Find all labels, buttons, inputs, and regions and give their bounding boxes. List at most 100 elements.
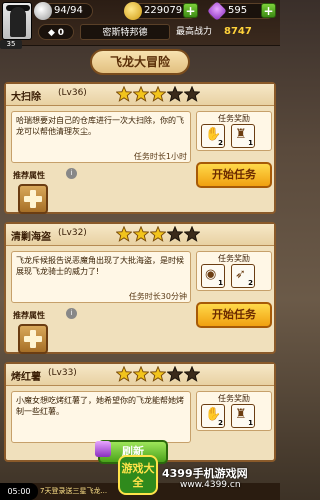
quest-header: 清剿海盗 (Lv32) xyxy=(6,224,274,246)
add-gem-button[interactable]: + xyxy=(261,3,276,18)
reward-item[interactable]: ✋ 2 xyxy=(201,404,225,428)
start-quest-label: 开始任务 xyxy=(212,168,256,181)
star-filled-icon xyxy=(149,225,167,242)
reward-count: 2 xyxy=(218,139,223,147)
power-value: 8747 xyxy=(224,26,252,37)
reward-title: 任务奖励 xyxy=(218,254,250,263)
reward-items: ◉ 1 ➶ 2 xyxy=(201,264,261,292)
power-label: 最高战力 xyxy=(176,27,213,37)
quest-description: 小魔女想吃烤红薯了，她希望你的飞龙能帮她烤制一些红薯。 xyxy=(11,391,191,443)
quest-header: 大扫除 (Lv36) xyxy=(6,84,274,106)
quest-level: (Lv33) xyxy=(48,368,77,378)
plus-icon-bar xyxy=(30,190,36,208)
gem-cost-icon xyxy=(95,441,111,457)
vip-badge[interactable]: ◆ 0 xyxy=(38,24,74,40)
player-avatar[interactable] xyxy=(2,2,32,40)
watermark-logo-text: 游戏大全 xyxy=(121,462,155,489)
star-empty-icon xyxy=(166,225,184,242)
info-icon[interactable]: i xyxy=(66,308,77,319)
star-filled-icon xyxy=(149,365,167,382)
energy-value: 94/94 xyxy=(54,5,83,16)
star-empty-icon xyxy=(183,225,201,242)
reward-count: 2 xyxy=(248,279,253,287)
quest-name: 烤红薯 xyxy=(11,372,41,383)
reward-box: 任务奖励 ✋ 2 ♜ 1 xyxy=(196,391,272,431)
quest-level: (Lv36) xyxy=(58,88,87,98)
page-title: 飞龙大冒险 xyxy=(90,49,190,75)
reward-item[interactable]: ➶ 2 xyxy=(231,264,255,288)
gem-icon xyxy=(207,1,227,21)
star-filled-icon xyxy=(115,365,133,382)
quest-duration: 任务时长30分钟 xyxy=(128,292,187,301)
start-quest-label: 开始任务 xyxy=(212,308,256,321)
watermark-logo: 游戏大全 xyxy=(118,455,158,495)
star-filled-icon xyxy=(149,85,167,102)
reward-box: 任务奖励 ◉ 1 ➶ 2 xyxy=(196,251,272,291)
star-filled-icon xyxy=(115,225,133,242)
quest-description-text: 小魔女想吃烤红薯了，她希望你的飞龙能帮她烤制一些红薯。 xyxy=(16,396,184,416)
vip-icon: ◆ xyxy=(47,28,55,38)
top-status-bar: 35 94/94 229079 + 595 + ◆ 0 密斯特邦德 最高战力 8… xyxy=(0,0,280,49)
reward-title: 任务奖励 xyxy=(218,114,250,123)
ticker-text: 7天登录送三星飞龙... xyxy=(40,487,108,495)
reward-count: 1 xyxy=(248,139,253,147)
reward-item[interactable]: ♜ 1 xyxy=(231,404,255,428)
gold-counter: 229079 + xyxy=(124,2,198,20)
gold-coin-icon xyxy=(124,2,142,20)
reward-count: 2 xyxy=(218,419,223,427)
gem-value: 595 xyxy=(228,5,248,16)
star-filled-icon xyxy=(132,225,150,242)
start-quest-button[interactable]: 开始任务 xyxy=(196,302,272,328)
start-quest-button[interactable]: 开始任务 xyxy=(196,162,272,188)
egg-icon: ◉ xyxy=(205,267,217,282)
difficulty-stars xyxy=(115,225,201,244)
quest-description-text: 哈瑞想要对自己的仓库进行一次大扫除，你的飞龙可以帮他清理灰尘。 xyxy=(16,116,184,136)
star-empty-icon xyxy=(166,85,184,102)
reward-count: 1 xyxy=(218,279,223,287)
gem-counter: 595 + xyxy=(207,1,276,21)
player-name: 密斯特邦德 xyxy=(80,24,170,40)
watermark-site-name: 4399手机游戏网 xyxy=(162,467,248,480)
difficulty-stars xyxy=(115,85,201,104)
quest-name: 大扫除 xyxy=(11,92,41,103)
star-filled-icon xyxy=(115,85,133,102)
reward-items: ✋ 2 ♜ 1 xyxy=(201,404,261,432)
quest-name: 清剿海盗 xyxy=(11,232,51,243)
energy-counter: 94/94 xyxy=(34,2,93,20)
horn-icon: ♜ xyxy=(235,407,247,422)
quest-level: (Lv32) xyxy=(58,228,87,238)
info-icon[interactable]: i xyxy=(66,168,77,179)
reward-box: 任务奖励 ✋ 2 ♜ 1 xyxy=(196,111,272,151)
gold-value: 229079 xyxy=(144,5,183,16)
vip-level: 0 xyxy=(57,28,65,38)
reward-count: 1 xyxy=(248,419,253,427)
reward-title: 任务奖励 xyxy=(218,394,250,403)
star-empty-icon xyxy=(166,365,184,382)
star-filled-icon xyxy=(132,365,150,382)
quest-description-text: 飞龙斥候报告说恶魔角出现了大批海盗，是时候展现飞龙骑士的威力了! xyxy=(16,256,184,276)
quest-duration: 任务时长1小时 xyxy=(133,152,187,161)
avatar-figure xyxy=(10,7,26,37)
difficulty-stars xyxy=(115,365,201,384)
plus-icon-bar xyxy=(30,330,36,348)
add-dragon-slot[interactable] xyxy=(18,184,48,214)
star-empty-icon xyxy=(183,85,201,102)
watermark-site-url: www.4399.cn xyxy=(180,480,241,490)
quest-card: 大扫除 (Lv36) 哈瑞想要对自己的仓库进行一次大扫除，你的飞龙可以帮他清理灰… xyxy=(4,82,276,214)
avatar-level: 35 xyxy=(0,40,22,49)
reward-items: ✋ 2 ♜ 1 xyxy=(201,124,261,152)
add-dragon-slot[interactable] xyxy=(18,324,48,354)
clock: 05:00 xyxy=(0,483,38,500)
reward-item[interactable]: ✋ 2 xyxy=(201,124,225,148)
recommend-label: 推荐属性 xyxy=(13,171,45,180)
quest-card: 清剿海盗 (Lv32) 飞龙斥候报告说恶魔角出现了大批海盗，是时候展现飞龙骑士的… xyxy=(4,222,276,354)
reward-item[interactable]: ♜ 1 xyxy=(231,124,255,148)
energy-icon xyxy=(34,2,52,20)
bow-icon: ➶ xyxy=(235,267,246,282)
quest-header: 烤红薯 (Lv33) xyxy=(6,364,274,386)
reward-item[interactable]: ◉ 1 xyxy=(201,264,225,288)
horn-icon: ♜ xyxy=(235,127,247,142)
recommend-label: 推荐属性 xyxy=(13,311,45,320)
star-empty-icon xyxy=(183,365,201,382)
add-gold-button[interactable]: + xyxy=(183,3,198,18)
